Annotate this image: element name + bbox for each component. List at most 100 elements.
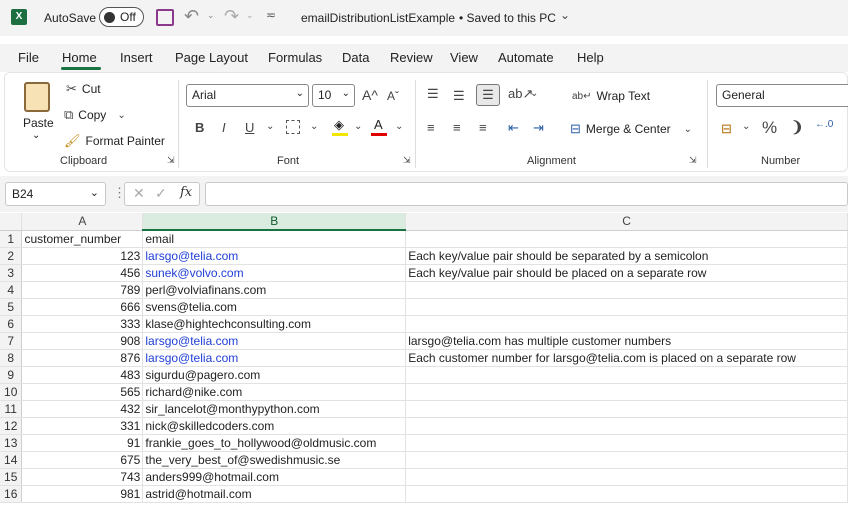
decrease-font-size-icon[interactable]: Aˇ bbox=[387, 89, 399, 103]
row-header[interactable]: 5 bbox=[0, 298, 23, 316]
cell-a[interactable]: 91 bbox=[21, 434, 144, 452]
cell-c[interactable] bbox=[405, 434, 848, 452]
format-painter-button[interactable]: 🖌 Format Painter bbox=[64, 133, 165, 149]
cell-c[interactable] bbox=[405, 366, 848, 384]
cell-a[interactable]: 908 bbox=[21, 332, 144, 350]
row-header[interactable]: 13 bbox=[0, 434, 23, 452]
cell-b[interactable]: sunek@volvo.com bbox=[142, 264, 407, 282]
cell-a[interactable]: 743 bbox=[21, 468, 144, 486]
insert-function-button[interactable]: fx bbox=[180, 185, 192, 200]
number-format-dropdown[interactable]: General bbox=[716, 84, 848, 107]
increase-decimal-icon[interactable]: ←.0 bbox=[815, 119, 833, 130]
cell-c[interactable]: Each key/value pair should be separated … bbox=[405, 247, 848, 265]
font-size-dropdown[interactable]: 10 ⌄ bbox=[312, 84, 355, 107]
cell-a[interactable]: 432 bbox=[21, 400, 144, 418]
fill-color-button[interactable]: ◈ bbox=[332, 117, 350, 137]
row-header[interactable]: 7 bbox=[0, 332, 23, 350]
percent-style-button[interactable]: % bbox=[762, 118, 777, 138]
dialog-launcher-icon[interactable]: ⇲ bbox=[689, 155, 697, 166]
accounting-format-icon[interactable]: ⊟ bbox=[721, 121, 732, 137]
row-header[interactable]: 2 bbox=[0, 247, 23, 265]
cell-b[interactable]: sir_lancelot@monthypython.com bbox=[142, 400, 407, 418]
cell-a[interactable]: 666 bbox=[21, 298, 144, 316]
tab-file[interactable]: File bbox=[18, 50, 39, 65]
tab-page-layout[interactable]: Page Layout bbox=[175, 50, 248, 65]
chevron-down-icon[interactable]: ⌄ bbox=[354, 121, 362, 132]
spreadsheet-grid[interactable]: A B C 1 customer_number email 2 123 larsgo@te… bbox=[0, 213, 848, 507]
align-right-icon[interactable]: ≡ bbox=[479, 120, 487, 135]
cell-a[interactable]: 333 bbox=[21, 315, 144, 333]
cell-c[interactable] bbox=[405, 383, 848, 401]
cell-a[interactable]: 675 bbox=[21, 451, 144, 469]
wrap-text-button[interactable]: ab↵ Wrap Text bbox=[572, 89, 650, 103]
row-header[interactable]: 1 bbox=[0, 230, 23, 248]
cell-c[interactable] bbox=[405, 315, 848, 333]
save-icon[interactable] bbox=[156, 9, 174, 26]
dialog-launcher-icon[interactable]: ⇲ bbox=[403, 155, 411, 166]
undo-dropdown-icon[interactable]: ⌄ bbox=[207, 10, 215, 21]
cell-b[interactable]: email bbox=[142, 230, 407, 248]
cell-c[interactable] bbox=[405, 468, 848, 486]
row-header[interactable]: 12 bbox=[0, 417, 23, 435]
tab-review[interactable]: Review bbox=[390, 50, 433, 65]
name-box[interactable]: B24 ⌄ bbox=[5, 182, 106, 206]
chevron-down-icon[interactable]: ⌄ bbox=[530, 88, 538, 99]
customize-toolbar-icon[interactable]: ≂ bbox=[266, 8, 276, 22]
align-left-icon[interactable]: ≡ bbox=[427, 120, 435, 135]
undo-icon[interactable]: ↶ bbox=[184, 6, 199, 27]
cell-a[interactable]: customer_number bbox=[21, 230, 144, 248]
row-header[interactable]: 9 bbox=[0, 366, 23, 384]
cell-a[interactable]: 789 bbox=[21, 281, 144, 299]
borders-icon[interactable] bbox=[286, 120, 300, 134]
increase-indent-icon[interactable]: ⇥ bbox=[533, 120, 544, 136]
align-center-icon[interactable]: ≡ bbox=[453, 120, 461, 135]
dialog-launcher-icon[interactable]: ⇲ bbox=[167, 155, 175, 166]
italic-button[interactable]: I bbox=[222, 120, 226, 135]
redo-icon[interactable]: ↷ bbox=[224, 6, 239, 27]
cell-b[interactable]: perl@volviafinans.com bbox=[142, 281, 407, 299]
enter-icon[interactable]: ✓ bbox=[155, 185, 167, 202]
row-header[interactable]: 16 bbox=[0, 485, 23, 503]
tab-automate[interactable]: Automate bbox=[498, 50, 554, 65]
cell-a[interactable]: 456 bbox=[21, 264, 144, 282]
tab-data[interactable]: Data bbox=[342, 50, 369, 65]
cell-b[interactable]: the_very_best_of@swedishmusic.se bbox=[142, 451, 407, 469]
cell-a[interactable]: 876 bbox=[21, 349, 144, 367]
row-header[interactable]: 11 bbox=[0, 400, 23, 418]
save-status[interactable]: • Saved to this PC bbox=[459, 11, 556, 25]
redo-dropdown-icon[interactable]: ⌄ bbox=[246, 10, 254, 21]
paste-button[interactable]: Paste ⌄ bbox=[20, 80, 56, 146]
cell-c[interactable] bbox=[405, 281, 848, 299]
chevron-down-icon[interactable]: ⌄ bbox=[310, 121, 318, 132]
cell-b[interactable]: sigurdu@pagero.com bbox=[142, 366, 407, 384]
decrease-indent-icon[interactable]: ⇤ bbox=[508, 120, 519, 136]
cancel-icon[interactable]: ✕ bbox=[133, 185, 145, 202]
cell-c[interactable]: Each key/value pair should be placed on … bbox=[405, 264, 848, 282]
bold-button[interactable]: B bbox=[195, 120, 204, 135]
formula-input[interactable] bbox=[205, 182, 848, 206]
cut-button[interactable]: ✂ Cut bbox=[66, 81, 101, 97]
row-header[interactable]: 15 bbox=[0, 468, 23, 486]
cell-c[interactable] bbox=[405, 451, 848, 469]
row-header[interactable]: 3 bbox=[0, 264, 23, 282]
cell-b[interactable]: astrid@hotmail.com bbox=[142, 485, 407, 503]
cell-c[interactable]: larsgo@telia.com has multiple customer n… bbox=[405, 332, 848, 350]
cell-b[interactable]: frankie_goes_to_hollywood@oldmusic.com bbox=[142, 434, 407, 452]
cell-b[interactable]: larsgo@telia.com bbox=[142, 349, 407, 367]
tab-home[interactable]: Home bbox=[62, 50, 97, 65]
chevron-down-icon[interactable]: ⌄ bbox=[395, 121, 403, 132]
cell-a[interactable]: 565 bbox=[21, 383, 144, 401]
tab-help[interactable]: Help bbox=[577, 50, 604, 65]
cell-b[interactable]: anders999@hotmail.com bbox=[142, 468, 407, 486]
row-header[interactable]: 10 bbox=[0, 383, 23, 401]
merge-center-button[interactable]: ⊟ Merge & Center ⌄ bbox=[570, 121, 692, 137]
align-top-icon[interactable]: ☰ bbox=[427, 86, 439, 102]
column-header-b[interactable]: B bbox=[142, 213, 407, 231]
align-bottom-icon[interactable]: ☰ bbox=[476, 84, 500, 106]
tab-formulas[interactable]: Formulas bbox=[268, 50, 322, 65]
column-header-c[interactable]: C bbox=[405, 213, 848, 231]
cell-c[interactable] bbox=[405, 298, 848, 316]
cell-c[interactable] bbox=[405, 400, 848, 418]
select-all-corner[interactable] bbox=[0, 213, 23, 231]
row-header[interactable]: 4 bbox=[0, 281, 23, 299]
